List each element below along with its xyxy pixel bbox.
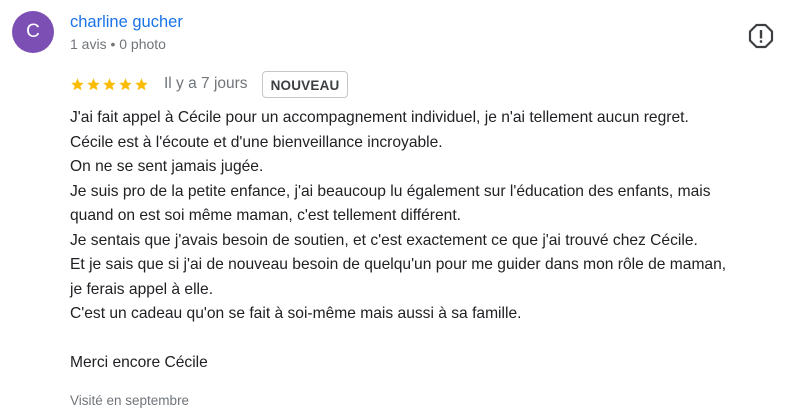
review-text-line: Je suis pro de la petite enfance, j'ai b…: [70, 182, 711, 200]
review-text-line: On ne se sent jamais jugée.: [70, 158, 264, 175]
new-badge: NOUVEAU: [261, 70, 349, 98]
review-text: J'ai fait appel à Cécile pour un accompa…: [70, 106, 790, 376]
review-date: Il y a 7 jours: [164, 75, 248, 92]
author-name-link[interactable]: charline gucher: [70, 12, 183, 32]
star-icon: [119, 77, 132, 90]
review-text-line: [70, 327, 790, 352]
review-text-line: C'est un cadeau qu'on se fait à soi-même…: [70, 305, 522, 322]
star-icon: [135, 77, 148, 90]
review-text-line: J'ai fait appel à Cécile pour un accompa…: [70, 109, 689, 126]
star-icon: [87, 77, 100, 90]
review-card: C charline gucher 1 avis • 0 photo Il y …: [0, 0, 800, 419]
star-icon: [71, 77, 84, 90]
review-text-line: Et je sais que si j'ai de nouveau besoin…: [70, 256, 727, 273]
star-rating: [70, 77, 149, 92]
report-button[interactable]: [748, 23, 774, 49]
star-icon: [103, 77, 116, 90]
review-text-line: je ferais appel à elle.: [70, 280, 214, 298]
report-icon: [748, 23, 774, 49]
review-text-line: Cécile est à l'écoute et d'une bienveill…: [70, 133, 443, 151]
visited-date: Visité en septembre: [70, 393, 190, 408]
rating-row: Il y a 7 jours NOUVEAU: [70, 70, 349, 98]
review-text-line: Je sentais que j'avais besoin de soutien…: [70, 231, 698, 249]
avatar[interactable]: C: [12, 11, 54, 53]
author-meta: 1 avis • 0 photo: [70, 36, 166, 52]
review-text-line: quand on est soi même maman, c'est telle…: [70, 207, 462, 224]
review-text-line: Merci encore Cécile: [70, 354, 208, 371]
